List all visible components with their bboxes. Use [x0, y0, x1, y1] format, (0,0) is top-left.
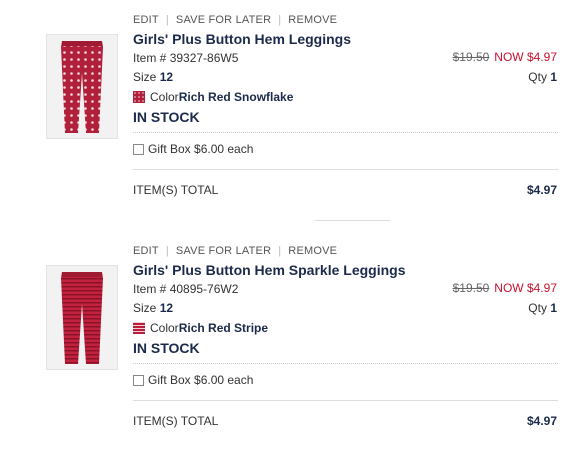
- items-total-value: $4.97: [526, 414, 557, 428]
- item-color: Color Rich Red Snowflake: [133, 90, 293, 104]
- item-quantity: Qty 1: [528, 70, 557, 84]
- sale-price: NOW $4.97: [494, 281, 557, 295]
- product-thumbnail[interactable]: [46, 34, 118, 139]
- save-for-later-link[interactable]: SAVE FOR LATER: [176, 14, 271, 26]
- item-actions: EDIT | SAVE FOR LATER | REMOVE: [133, 14, 337, 26]
- leggings-stripe-image: [61, 272, 103, 364]
- item-separator: [315, 220, 390, 221]
- stock-status: IN STOCK: [133, 340, 200, 356]
- product-thumbnail[interactable]: [46, 265, 118, 370]
- original-price: $19.50: [452, 50, 490, 64]
- item-color: Color Rich Red Stripe: [133, 321, 268, 335]
- gift-box-option[interactable]: Gift Box $6.00 each: [133, 373, 253, 387]
- remove-link[interactable]: REMOVE: [288, 14, 337, 26]
- gift-box-option[interactable]: Gift Box $6.00 each: [133, 142, 253, 156]
- sale-price: NOW $4.97: [494, 50, 557, 64]
- item-size: Size 12: [133, 70, 174, 84]
- original-price: $19.50: [452, 281, 490, 295]
- items-total-label: ITEM(S) TOTAL: [133, 183, 219, 197]
- product-title[interactable]: Girls' Plus Button Hem Leggings: [133, 31, 351, 47]
- action-separator: |: [278, 245, 282, 257]
- item-size: Size 12: [133, 301, 174, 315]
- action-separator: |: [165, 245, 169, 257]
- action-separator: |: [165, 14, 169, 26]
- color-swatch: [133, 322, 145, 334]
- item-number: Item # 39327-86W5: [133, 51, 239, 65]
- color-swatch: [133, 91, 145, 103]
- item-quantity: Qty 1: [528, 301, 557, 315]
- edit-link[interactable]: EDIT: [133, 14, 159, 26]
- gift-box-label: Gift Box $6.00 each: [148, 373, 254, 387]
- items-total-label: ITEM(S) TOTAL: [133, 414, 219, 428]
- gift-box-checkbox[interactable]: [133, 374, 144, 386]
- edit-link[interactable]: EDIT: [133, 245, 159, 257]
- item-price: $19.50 NOW $4.97: [453, 50, 557, 64]
- item-number: Item # 40895-76W2: [133, 282, 239, 296]
- divider: [133, 363, 558, 364]
- stock-status: IN STOCK: [133, 109, 200, 125]
- divider: [133, 132, 558, 133]
- save-for-later-link[interactable]: SAVE FOR LATER: [176, 245, 271, 257]
- gift-box-label: Gift Box $6.00 each: [148, 142, 254, 156]
- action-separator: |: [278, 14, 282, 26]
- divider: [133, 169, 558, 170]
- gift-box-checkbox[interactable]: [133, 143, 144, 155]
- product-title[interactable]: Girls' Plus Button Hem Sparkle Leggings: [133, 262, 406, 278]
- item-price: $19.50 NOW $4.97: [453, 281, 557, 295]
- remove-link[interactable]: REMOVE: [288, 245, 337, 257]
- divider: [133, 400, 558, 401]
- leggings-snowflake-image: [61, 41, 103, 133]
- items-total-value: $4.97: [526, 183, 557, 197]
- item-actions: EDIT | SAVE FOR LATER | REMOVE: [133, 245, 337, 257]
